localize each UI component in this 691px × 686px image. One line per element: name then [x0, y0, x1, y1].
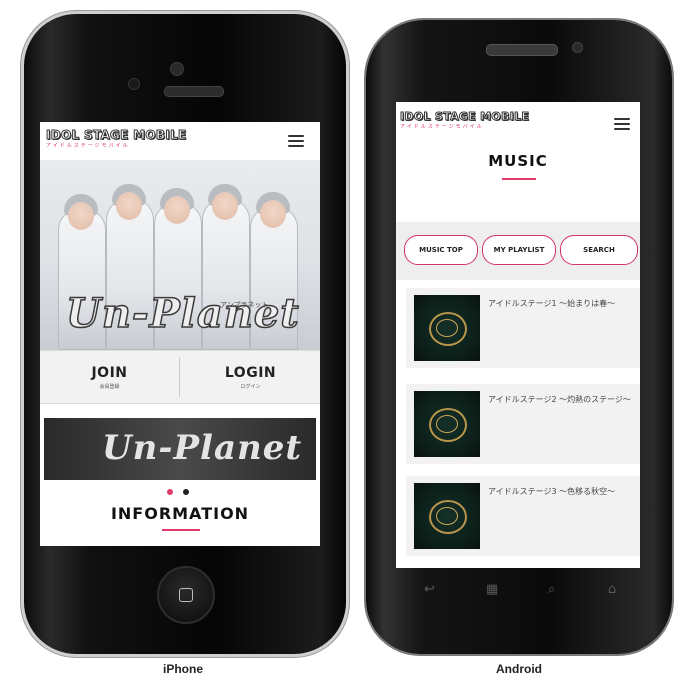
track-item[interactable]: アイドルステージ1 〜始まりは春〜	[406, 288, 640, 368]
tab-music-top[interactable]: MUSIC TOP	[404, 235, 478, 265]
album-cover	[414, 391, 480, 457]
logo-subtext: アイドルステージモバイル	[46, 143, 130, 149]
site-logo[interactable]: IDOL STAGE MOBILE アイドルステージモバイル	[46, 128, 187, 150]
join-sublabel: 会員登録	[99, 383, 120, 390]
iphone-caption: iPhone	[163, 662, 204, 676]
tab-search[interactable]: SEARCH	[560, 235, 638, 265]
page-title: MUSIC	[488, 152, 548, 170]
android-screen: IDOL STAGE MOBILE アイドルステージモバイル MUSIC MUS…	[396, 102, 640, 568]
title-underline	[502, 178, 536, 180]
home-icon[interactable]: ▦	[486, 582, 498, 597]
back-icon[interactable]: ↩	[424, 582, 435, 597]
auth-buttons: JOIN 会員登録 LOGIN ログイン	[40, 350, 320, 404]
android-softkeys: ↩ ▦ ⌕ ⌂	[396, 580, 640, 604]
hero-kana: アンプラネット	[220, 301, 269, 309]
menu-icon[interactable]	[614, 118, 630, 130]
hero-title: Un-Planet	[65, 289, 300, 338]
android-caption: Android	[496, 662, 542, 676]
android-device: IDOL STAGE MOBILE アイドルステージモバイル MUSIC MUS…	[366, 20, 672, 654]
join-label: JOIN	[91, 364, 128, 381]
track-title: アイドルステージ3 〜色移る秋空〜	[488, 487, 616, 496]
iphone-device: IDOL STAGE MOBILE アイドルステージモバイル Un-Planet…	[24, 14, 346, 654]
title-underline	[162, 529, 200, 531]
hero-image[interactable]: Un-Planet アンプラネット	[40, 160, 320, 350]
section-title: INFORMATION	[110, 504, 250, 523]
album-cover	[414, 295, 480, 361]
logo-text: IDOL STAGE MOBILE	[399, 110, 530, 124]
member-face	[116, 192, 142, 220]
carousel-dot[interactable]	[183, 489, 189, 495]
carousel-dot-active[interactable]	[167, 489, 173, 495]
earpiece-speaker	[486, 44, 558, 56]
divider	[179, 357, 180, 397]
front-camera	[128, 78, 140, 90]
track-title: アイドルステージ2 〜灼熱のステージ〜	[488, 395, 631, 404]
camera-dot	[170, 62, 184, 76]
tab-my-playlist[interactable]: MY PLAYLIST	[482, 235, 556, 265]
recent-apps-icon[interactable]: ⌂	[608, 582, 616, 597]
logo-text: IDOL STAGE MOBILE	[46, 128, 187, 143]
site-header: IDOL STAGE MOBILE アイドルステージモバイル	[40, 122, 320, 161]
album-cover	[414, 483, 480, 549]
join-button[interactable]: JOIN 会員登録	[40, 351, 179, 403]
member-face	[260, 200, 286, 228]
home-button-icon[interactable]	[157, 566, 215, 624]
track-item[interactable]: アイドルステージ3 〜色移る秋空〜	[406, 476, 640, 556]
member-face	[164, 196, 190, 224]
home-square-glyph	[179, 588, 193, 602]
site-logo[interactable]: IDOL STAGE MOBILE アイドルステージモバイル	[399, 110, 530, 131]
member-face	[212, 192, 238, 220]
site-header: IDOL STAGE MOBILE アイドルステージモバイル	[396, 102, 640, 144]
track-item[interactable]: アイドルステージ2 〜灼熱のステージ〜	[406, 384, 640, 464]
search-icon[interactable]: ⌕	[548, 582, 555, 597]
promo-banner[interactable]: Un-Planet	[44, 418, 316, 480]
track-title: アイドルステージ1 〜始まりは春〜	[488, 299, 616, 308]
banner-title: Un-Planet	[102, 428, 303, 468]
member-face	[68, 202, 94, 230]
login-sublabel: ログイン	[240, 383, 261, 390]
music-tabs: MUSIC TOP MY PLAYLIST SEARCH	[396, 222, 640, 280]
login-label: LOGIN	[224, 364, 277, 381]
login-button[interactable]: LOGIN ログイン	[181, 351, 320, 403]
iphone-screen: IDOL STAGE MOBILE アイドルステージモバイル Un-Planet…	[40, 122, 320, 546]
front-camera	[572, 42, 583, 53]
logo-subtext: アイドルステージモバイル	[400, 124, 484, 130]
earpiece-speaker	[164, 86, 224, 97]
menu-icon[interactable]	[288, 135, 304, 147]
